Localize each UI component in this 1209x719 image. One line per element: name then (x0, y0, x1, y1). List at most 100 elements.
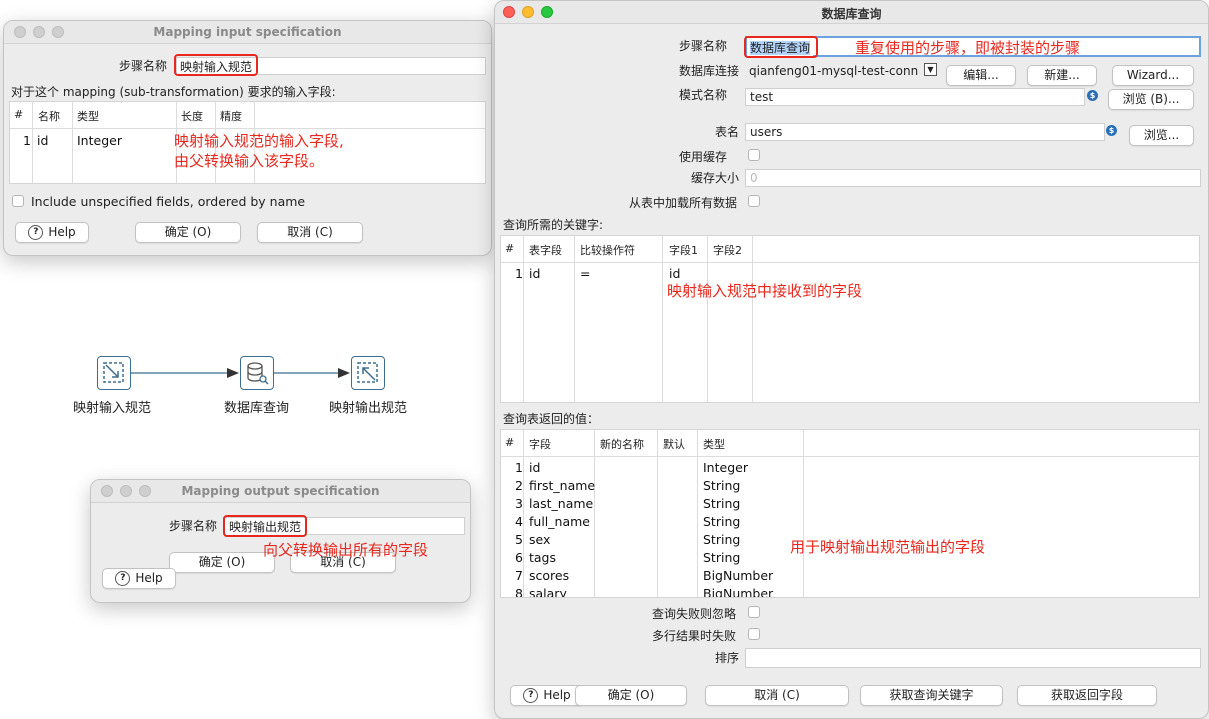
ok-button[interactable]: 确定 (O) (575, 685, 687, 706)
type-cell[interactable]: Integer (703, 460, 748, 475)
col-header: 默认 (663, 438, 685, 451)
fields-description: 对于这个 mapping (sub-transformation) 要求的输入字… (11, 85, 336, 99)
row-number: 8 (515, 586, 523, 598)
field-cell[interactable]: salary (529, 586, 567, 597)
ignore-fail-checkbox[interactable] (748, 606, 760, 618)
chevron-down-icon[interactable]: ▼ (924, 63, 937, 76)
type-cell[interactable]: BigNumber (703, 568, 773, 583)
include-unspecified-checkbox[interactable] (12, 195, 24, 207)
hop-arrow (131, 368, 239, 378)
table-name-label: 表名 (715, 125, 740, 139)
table-name-input[interactable]: users (745, 123, 1105, 141)
type-cell[interactable]: String (703, 496, 740, 511)
column-divider (523, 236, 524, 402)
get-return-fields-button[interactable]: 获取返回字段 (1017, 685, 1157, 706)
type-cell[interactable]: String (703, 478, 740, 493)
column-divider (662, 236, 663, 402)
help-button[interactable]: ? Help (15, 222, 89, 243)
field-cell[interactable]: sex (529, 532, 550, 547)
field-cell[interactable]: tags (529, 550, 556, 565)
col-header: 字段1 (669, 244, 698, 257)
field-cell[interactable]: first_name (529, 478, 595, 493)
row-number: 1 (515, 266, 523, 281)
col-header: 长度 (181, 110, 203, 123)
ok-button[interactable]: 确定 (O) (169, 552, 275, 573)
mapping-input-icon[interactable] (97, 356, 131, 390)
type-cell[interactable]: String (703, 550, 740, 565)
table-field-cell[interactable]: id (529, 266, 540, 281)
cache-size-input[interactable]: 0 (745, 169, 1201, 187)
field-cell[interactable]: id (529, 460, 540, 475)
flow-canvas: 映射输入规范 数据库查询 映射输出规范 (60, 350, 440, 420)
node-label: 映射输入规范 (73, 401, 152, 416)
ok-button[interactable]: 确定 (O) (135, 222, 241, 243)
annotation-note: 映射输入规范的输入字段, (174, 132, 344, 150)
browse-table-button[interactable]: 浏览... (1129, 125, 1194, 146)
row-number: 3 (515, 496, 523, 511)
col-header: 比较操作符 (580, 244, 635, 257)
hop-arrow (274, 368, 350, 378)
row-number: 5 (515, 532, 523, 547)
schema-input[interactable]: test (745, 88, 1085, 106)
variable-icon: $ (1106, 125, 1117, 136)
highlight-box (744, 36, 818, 58)
table-header: # 表字段 比较操作符 字段1 字段2 (501, 236, 1199, 263)
comparator-cell[interactable]: = (580, 266, 590, 281)
connection-select[interactable]: qianfeng01-mysql-test-conn (749, 64, 921, 78)
dialog-title: 数据库查询 (821, 7, 882, 21)
type-cell[interactable]: String (703, 532, 740, 547)
new-connection-button[interactable]: 新建... (1027, 65, 1097, 86)
mapping-input-dialog: Mapping input specification 步骤名称 映射输入规范 … (3, 20, 492, 256)
get-lookup-keys-button[interactable]: 获取查询关键字 (860, 685, 1003, 706)
database-lookup-dialog: 数据库查询 步骤名称 数据库查询 重复使用的步骤，即被封装的步骤 数据库连接 q… (494, 0, 1209, 719)
row-number: 1 (515, 460, 523, 475)
field-cell[interactable]: full_name (529, 514, 590, 529)
use-cache-checkbox[interactable] (748, 149, 760, 161)
returns-section-label: 查询表返回的值： (503, 412, 600, 426)
multi-fail-label: 多行结果时失败 (652, 629, 737, 643)
col-header: 新的名称 (600, 438, 644, 451)
multi-fail-checkbox[interactable] (748, 628, 760, 640)
field-name-cell[interactable]: id (37, 133, 48, 148)
col-header: 精度 (220, 110, 242, 123)
row-number: 6 (515, 550, 523, 565)
field-type-cell[interactable]: Integer (77, 133, 122, 148)
edit-connection-button[interactable]: 编辑... (946, 65, 1016, 86)
help-label: Help (48, 225, 76, 239)
field-cell[interactable]: scores (529, 568, 569, 583)
load-all-checkbox[interactable] (748, 195, 760, 207)
include-unspecified-label: Include unspecified fields, ordered by n… (31, 194, 306, 209)
help-label: Help (135, 571, 163, 585)
type-cell[interactable]: BigNumber (703, 586, 773, 597)
help-icon: ? (523, 688, 539, 703)
column-divider (752, 236, 753, 402)
use-cache-label: 使用缓存 (679, 150, 728, 164)
field-cell[interactable]: last_name (529, 496, 593, 511)
row-number: 4 (515, 514, 523, 529)
col-header: 类型 (77, 110, 99, 123)
mapping-output-icon[interactable] (351, 356, 385, 390)
type-cell[interactable]: String (703, 514, 740, 529)
return-values-table[interactable]: # 字段 新的名称 默认 类型 1 id Integer 2 first_nam… (500, 429, 1200, 598)
wizard-button[interactable]: Wizard... (1112, 65, 1194, 86)
help-button[interactable]: ? Help (510, 685, 584, 706)
database-lookup-icon[interactable] (240, 356, 274, 390)
help-button[interactable]: ? Help (102, 568, 176, 589)
lookup-keys-table[interactable]: # 表字段 比较操作符 字段1 字段2 1 id = id (500, 235, 1200, 403)
col-header: 类型 (703, 438, 725, 451)
help-icon: ? (28, 225, 44, 240)
field1-cell[interactable]: id (669, 266, 680, 281)
keys-section-label: 查询所需的关键字: (503, 218, 604, 232)
highlight-box (174, 54, 258, 76)
browse-schema-button[interactable]: 浏览 (B)... (1108, 89, 1194, 110)
mapping-output-dialog: Mapping output specification 步骤名称 映射输出规范… (90, 479, 471, 603)
order-by-input[interactable] (745, 648, 1201, 668)
col-header: 字段2 (713, 244, 742, 257)
dialog-title: Mapping output specification (181, 484, 380, 498)
column-divider (707, 236, 708, 402)
column-divider (697, 430, 698, 597)
row-number: 1 (23, 133, 31, 148)
variable-icon: $ (1087, 90, 1098, 101)
cancel-button[interactable]: 取消 (C) (257, 222, 363, 243)
cancel-button[interactable]: 取消 (C) (705, 685, 849, 706)
